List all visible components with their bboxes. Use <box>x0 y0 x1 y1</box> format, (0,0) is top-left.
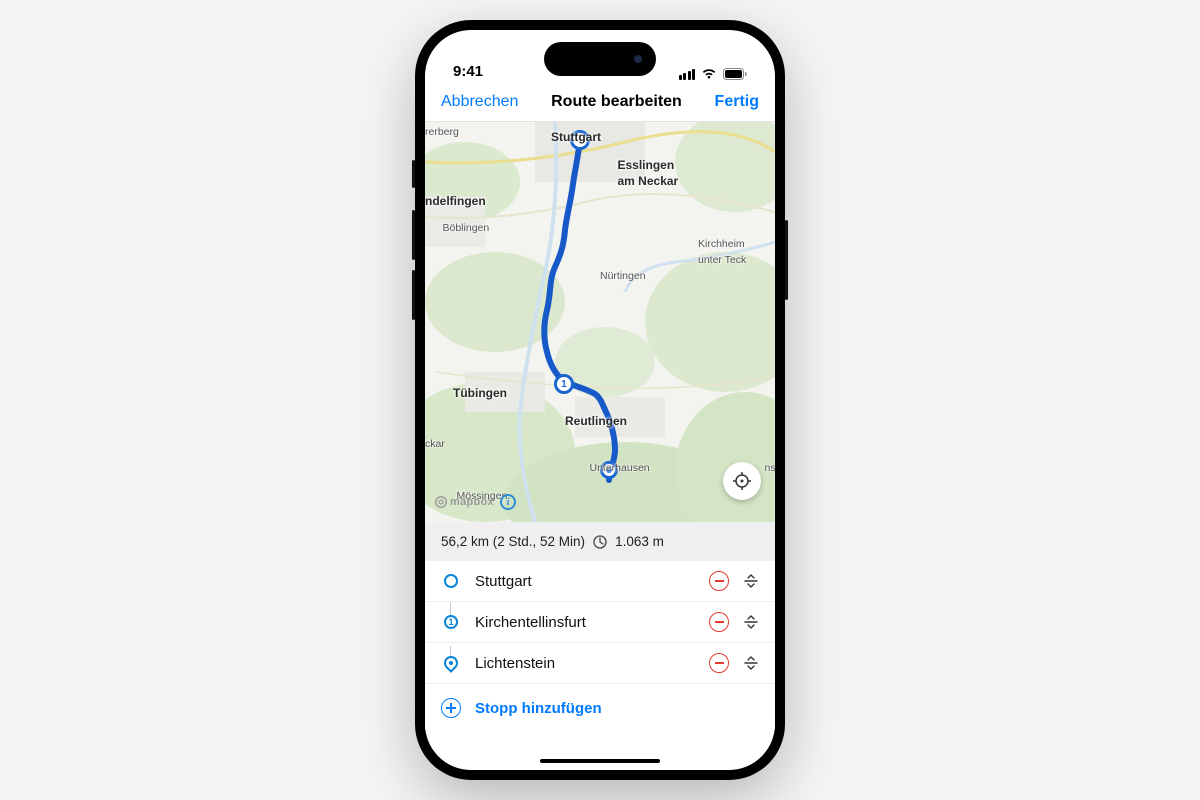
stop-name: Lichtenstein <box>475 655 695 672</box>
stop-name: Kirchentellinsfurt <box>475 614 695 631</box>
delete-stop-button[interactable] <box>709 571 729 591</box>
phone-frame: 9:41 Abbrechen Route bearbeiten Fertig <box>415 20 785 780</box>
dynamic-island <box>544 42 656 76</box>
drag-handle-icon[interactable] <box>743 574 759 588</box>
map-label-nuertingen: Nürtingen <box>600 270 646 282</box>
stop-waypoint-icon: 1 <box>441 615 461 629</box>
wifi-icon <box>701 68 717 80</box>
locate-button[interactable] <box>723 462 761 500</box>
cancel-button[interactable]: Abbrechen <box>441 93 518 111</box>
summary-distance-time: 56,2 km (2 Std., 52 Min) <box>441 534 585 549</box>
stop-dest-icon <box>441 656 461 670</box>
add-stop-button[interactable]: Stopp hinzufügen <box>425 684 775 732</box>
drag-handle-icon[interactable] <box>743 615 759 629</box>
add-stop-label: Stopp hinzufügen <box>475 700 602 717</box>
home-indicator[interactable] <box>540 759 660 763</box>
nav-bar: Abbrechen Route bearbeiten Fertig <box>425 82 775 122</box>
route-summary: 56,2 km (2 Std., 52 Min) 1.063 m <box>425 522 775 561</box>
stops-list: Stuttgart 1 Kirchentellinsfurt Lichtenst… <box>425 561 775 732</box>
cellular-icon <box>679 69 696 80</box>
delete-stop-button[interactable] <box>709 653 729 673</box>
map-label-reutlingen: Reutlingen <box>565 414 627 428</box>
stop-row: Lichtenstein <box>425 643 775 684</box>
map-label-kirchheim2: unter Teck <box>698 254 746 266</box>
map-view[interactable]: 1 Stuttgart Esslingen am Neckar rerberg … <box>425 122 775 522</box>
plus-circle-icon <box>441 698 461 718</box>
map-label-stuttgart: Stuttgart <box>551 130 601 144</box>
stop-row: Stuttgart <box>425 561 775 602</box>
done-button[interactable]: Fertig <box>715 93 759 111</box>
map-label-boeblingen: Böblingen <box>443 222 490 234</box>
battery-icon <box>723 68 747 80</box>
summary-elevation: 1.063 m <box>615 534 664 549</box>
map-label-tuebingen: Tübingen <box>453 386 507 400</box>
crosshair-icon <box>733 472 751 490</box>
elevation-icon <box>593 535 607 549</box>
delete-stop-button[interactable] <box>709 612 729 632</box>
map-label-esslingen1: Esslingen <box>618 158 675 172</box>
map-label-kirchheim1: Kirchheim <box>698 238 745 250</box>
mapbox-attribution: mapbox <box>435 496 494 508</box>
stop-name: Stuttgart <box>475 573 695 590</box>
drag-handle-icon[interactable] <box>743 656 759 670</box>
map-label-unterhausen: Unterhausen <box>590 462 650 474</box>
map-label-ckar: ckar <box>425 438 445 450</box>
page-title: Route bearbeiten <box>551 93 682 111</box>
status-time: 9:41 <box>453 63 483 80</box>
map-label-sindelfingen: ndelfingen <box>425 194 486 208</box>
map-label-esslingen2: am Neckar <box>618 174 679 188</box>
map-label-ns: ns <box>765 462 776 474</box>
stop-start-icon <box>441 574 461 588</box>
screen: 9:41 Abbrechen Route bearbeiten Fertig <box>425 30 775 770</box>
stop-row: 1 Kirchentellinsfurt <box>425 602 775 643</box>
map-info-button[interactable]: i <box>500 494 516 510</box>
map-label-rerberg: rerberg <box>425 126 459 138</box>
